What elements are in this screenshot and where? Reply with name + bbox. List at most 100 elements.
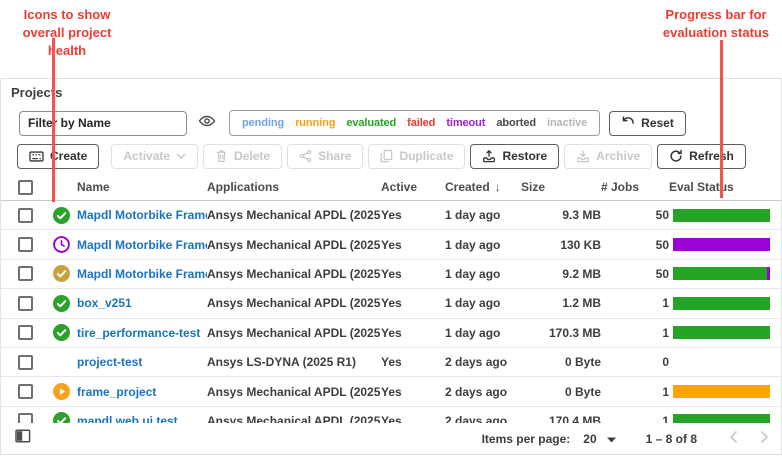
button-label: Share [318, 149, 352, 163]
eval-progress-segment [673, 267, 768, 281]
items-per-page-select[interactable]: 20 [583, 431, 616, 446]
refresh-icon [669, 149, 683, 163]
application-cell: Ansys Mechanical APDL (2025 R1) [207, 376, 381, 407]
jobs-cell: 50 [601, 259, 669, 290]
row-checkbox[interactable] [18, 295, 33, 311]
row-checkbox[interactable] [18, 354, 33, 370]
project-health-running-icon [52, 383, 70, 401]
active-cell: Yes [381, 200, 445, 231]
annotation-eval-progress: Progress bar for evaluation status [662, 7, 770, 41]
eval-status-cell [669, 259, 781, 290]
archive-button[interactable]: Archive [564, 143, 653, 169]
status-filter-group: pending running evaluated failed timeout abor… [229, 110, 601, 136]
eval-progress-bar [673, 267, 770, 281]
duplicate-icon [380, 149, 393, 163]
button-label: Duplicate [399, 149, 454, 163]
size-cell: 0 Byte [521, 376, 601, 407]
jobs-cell: 50 [601, 200, 669, 231]
created-cell: 1 day ago [445, 259, 521, 290]
eval-progress-segment [767, 267, 770, 281]
eval-status-cell [669, 288, 781, 319]
size-cell: 1.2 MB [521, 288, 601, 319]
status-filter-inactive[interactable]: inactive [547, 117, 587, 129]
table-row: box_v251 Ansys Mechanical APDL (2025 R1)Y… [1, 288, 781, 319]
row-checkbox[interactable] [18, 325, 33, 341]
project-name-link[interactable]: box_v251 [77, 296, 132, 310]
application-cell: Ansys Mechanical APDL (2025 R1) [207, 200, 381, 231]
filter-by-name-input[interactable] [19, 110, 187, 136]
row-checkbox[interactable] [18, 266, 33, 282]
undo-icon [621, 115, 635, 131]
eval-progress-segment [673, 208, 770, 222]
active-cell: Yes [381, 347, 445, 378]
trash-icon [215, 149, 228, 163]
project-name-link[interactable]: frame_project [77, 385, 156, 399]
chevron-down-icon [176, 153, 186, 159]
status-filter-pending[interactable]: pending [242, 117, 284, 129]
eval-status-cell [669, 376, 781, 407]
items-per-page-value: 20 [583, 431, 597, 446]
project-name-link[interactable]: project-test [77, 355, 142, 369]
row-checkbox[interactable] [18, 384, 33, 400]
status-filter-timeout[interactable]: timeout [446, 117, 485, 129]
application-cell: Ansys Mechanical APDL (2025 R1) [207, 318, 381, 348]
eval-progress-segment [673, 385, 770, 399]
refresh-button[interactable]: Refresh [657, 143, 746, 169]
activate-button[interactable]: Activate [111, 143, 199, 169]
column-header-size[interactable]: Size [521, 174, 601, 201]
eval-progress-bar [673, 296, 770, 310]
restore-button[interactable]: Restore [470, 143, 560, 169]
duplicate-button[interactable]: Duplicate [368, 143, 466, 169]
status-filter-evaluated[interactable]: evaluated [346, 117, 396, 129]
created-cell: 1 day ago [445, 200, 521, 231]
size-cell: 0 Byte [521, 347, 601, 378]
project-name-link[interactable]: Mapdl Motorbike Frame [77, 238, 207, 252]
prev-page-button[interactable] [729, 430, 738, 447]
jobs-cell: 1 [601, 318, 669, 348]
column-header-active[interactable]: Active [381, 174, 445, 201]
project-name-link[interactable]: Mapdl Motorbike Frame [77, 267, 207, 281]
items-per-page-label: Items per page: [481, 431, 571, 446]
button-label: Activate [123, 149, 171, 163]
created-cell: 2 days ago [445, 376, 521, 407]
active-cell: Yes [381, 229, 445, 260]
eval-status-cell [669, 200, 781, 231]
filter-visibility-toggle[interactable] [198, 114, 216, 133]
next-page-button[interactable] [760, 430, 769, 447]
eval-progress-bar [673, 208, 770, 222]
project-health-success-icon [52, 324, 70, 342]
active-cell: Yes [381, 259, 445, 290]
status-filter-failed[interactable]: failed [407, 117, 435, 129]
project-name-link[interactable]: Mapdl Motorbike Frame [77, 208, 207, 222]
button-label: Delete [234, 149, 271, 163]
column-header-jobs[interactable]: # Jobs [601, 174, 669, 201]
share-button[interactable]: Share [287, 143, 364, 169]
active-cell: Yes [381, 318, 445, 348]
column-settings-button[interactable] [15, 429, 31, 448]
status-filter-aborted[interactable]: aborted [496, 117, 536, 129]
eval-progress-segment [673, 326, 770, 340]
project-health-success-icon [52, 206, 70, 224]
pagination: Items per page: 20 1 – 8 of 8 [482, 430, 769, 447]
jobs-cell: 1 [601, 288, 669, 319]
create-button[interactable]: Create [17, 143, 100, 169]
created-cell: 1 day ago [445, 288, 521, 319]
button-label: Create [50, 149, 88, 163]
column-header-created-label: Created [445, 180, 490, 194]
row-checkbox[interactable] [18, 207, 33, 223]
toolbar: Create Activate Delete Share Duplicate Restor… [17, 143, 781, 169]
reset-button[interactable]: Reset [609, 110, 686, 136]
share-icon [299, 149, 312, 163]
column-header-created[interactable]: Created ↓ [445, 174, 521, 201]
eval-progress-bar [673, 238, 770, 252]
size-cell: 9.3 MB [521, 200, 601, 231]
project-name-link[interactable]: tire_performance-test [77, 326, 200, 340]
status-filter-running[interactable]: running [295, 117, 335, 129]
application-cell: Ansys LS-DYNA (2025 R1) [207, 347, 381, 378]
row-checkbox[interactable] [18, 237, 33, 253]
select-all-checkbox[interactable] [18, 179, 33, 195]
column-header-applications[interactable]: Applications [207, 174, 381, 201]
delete-button[interactable]: Delete [203, 143, 283, 169]
column-header-eval-status[interactable]: Eval Status [669, 174, 781, 201]
column-header-name[interactable]: Name [77, 174, 207, 201]
